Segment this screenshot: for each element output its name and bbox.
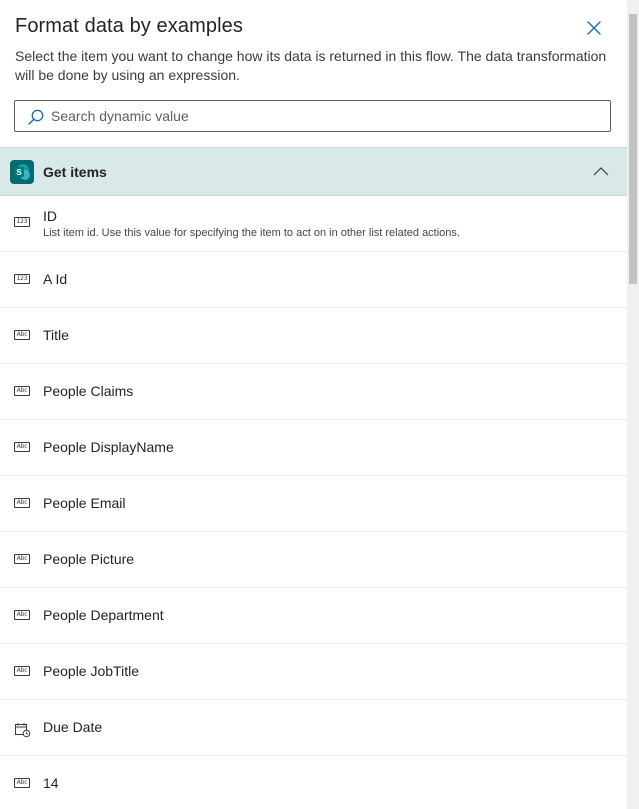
calendar-icon [14, 722, 32, 738]
text-icon: Abc [14, 610, 32, 624]
dynamic-value-list: 123 ID List item id. Use this value for sp… [0, 196, 627, 809]
list-item-label: 14 [43, 775, 59, 791]
list-item[interactable]: 123 ID List item id. Use this value for sp… [0, 196, 627, 252]
list-item[interactable]: Abc People Picture [0, 532, 627, 588]
list-item-label: Title [43, 327, 69, 343]
number-icon: 123 [14, 217, 32, 231]
close-icon [587, 21, 601, 35]
list-item-label: Due Date [43, 719, 103, 735]
list-item-label: People JobTitle [43, 663, 139, 679]
list-item-label: People Department [43, 607, 164, 623]
list-item-description: List item id. Use this value for specify… [43, 227, 460, 239]
list-item[interactable]: Abc Title [0, 308, 627, 364]
text-icon: Abc [14, 386, 32, 400]
scrollbar[interactable] [627, 0, 639, 809]
scrollbar-thumb[interactable] [629, 14, 637, 284]
text-icon: Abc [14, 330, 32, 344]
group-header-get-items[interactable]: S Get items [0, 147, 627, 196]
text-icon: Abc [14, 666, 32, 680]
list-item[interactable]: Abc People Department [0, 588, 627, 644]
list-item[interactable]: Due Date [0, 700, 627, 756]
list-item[interactable]: 123 A Id [0, 252, 627, 308]
panel-description: Select the item you want to change how i… [15, 48, 607, 83]
sharepoint-icon: S [10, 160, 34, 184]
list-item[interactable]: Abc People DisplayName [0, 420, 627, 476]
svg-text:S: S [16, 168, 22, 177]
list-item-label: A Id [43, 271, 68, 287]
list-item[interactable]: Abc 14 [0, 756, 627, 809]
text-icon: Abc [14, 442, 32, 456]
text-icon: Abc [14, 778, 32, 792]
search-input[interactable] [51, 101, 601, 131]
text-icon: Abc [14, 498, 32, 512]
list-item-label: People DisplayName [43, 439, 174, 455]
list-item-label: ID [43, 208, 57, 224]
close-button[interactable] [583, 17, 605, 39]
group-title: Get items [43, 164, 107, 180]
list-item-label: People Email [43, 495, 126, 511]
list-item[interactable]: Abc People Claims [0, 364, 627, 420]
chevron-up-icon[interactable] [592, 164, 610, 178]
list-item[interactable]: Abc People Email [0, 476, 627, 532]
search-box[interactable] [14, 100, 611, 132]
list-item[interactable]: Abc People JobTitle [0, 644, 627, 700]
panel-title: Format data by examples [15, 15, 243, 37]
search-icon [28, 109, 44, 125]
format-data-panel: Format data by examples Select the item … [0, 0, 639, 809]
number-icon: 123 [14, 274, 32, 288]
text-icon: Abc [14, 554, 32, 568]
list-item-label: People Claims [43, 383, 134, 399]
list-item-label: People Picture [43, 551, 135, 567]
panel-header: Format data by examples Select the item … [0, 0, 627, 147]
